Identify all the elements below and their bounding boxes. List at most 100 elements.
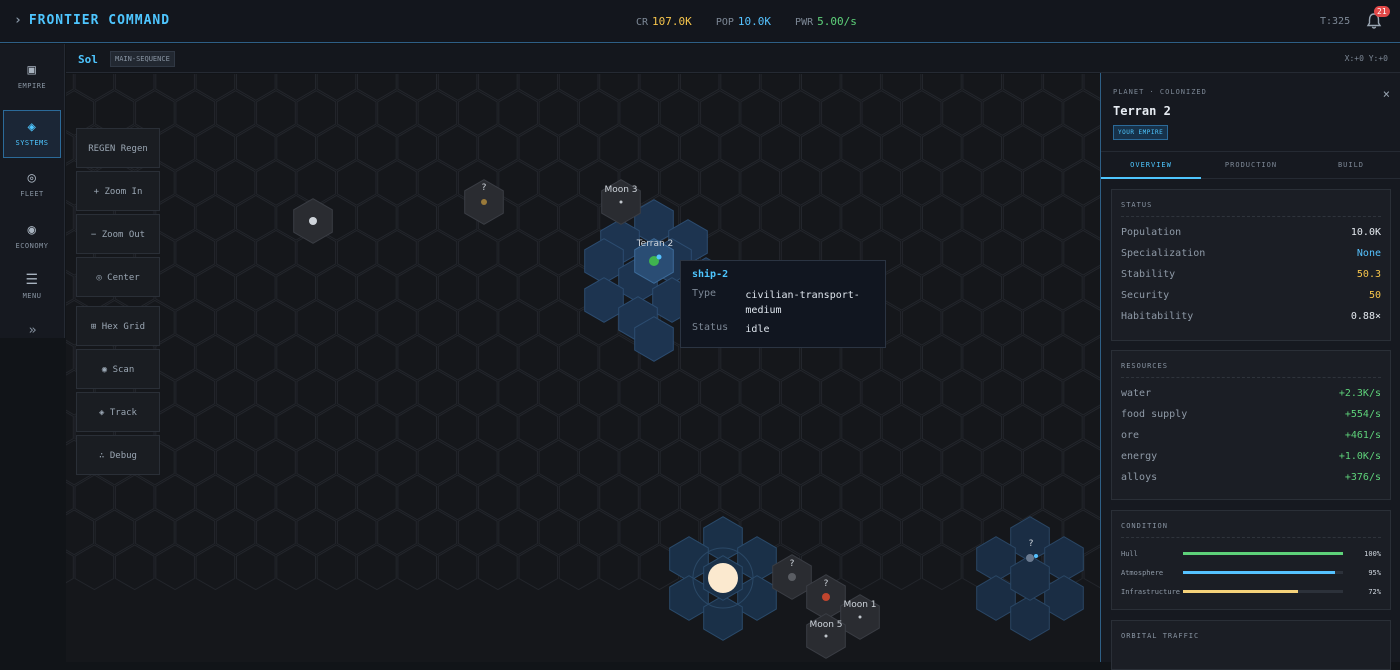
hex-cell[interactable] <box>417 90 458 136</box>
hex-cell[interactable] <box>276 404 316 451</box>
hex-cell[interactable] <box>417 509 458 556</box>
hex-cell[interactable] <box>700 160 740 206</box>
hex-cell[interactable] <box>821 369 861 416</box>
hex-cell[interactable] <box>114 544 155 591</box>
moon-1[interactable] <box>858 615 862 619</box>
hex-cell[interactable] <box>175 299 216 346</box>
hex-cell[interactable] <box>740 160 781 206</box>
hex-cell[interactable] <box>336 229 377 276</box>
track-button[interactable]: ◈ Track <box>76 392 160 432</box>
hex-cell[interactable] <box>66 74 74 100</box>
hex-cell[interactable] <box>579 509 619 556</box>
hex-cell[interactable] <box>538 160 579 206</box>
hex-cell[interactable] <box>296 299 337 346</box>
hex-cell[interactable] <box>518 334 559 381</box>
hex-cell[interactable] <box>377 439 417 486</box>
hex-cell[interactable] <box>316 474 357 521</box>
highlighted-hex[interactable] <box>669 575 709 621</box>
moon-3[interactable] <box>619 200 623 204</box>
hex-cell[interactable] <box>437 264 478 311</box>
hex-cell[interactable] <box>316 404 357 451</box>
hex-cell[interactable] <box>720 194 760 241</box>
hex-cell[interactable] <box>942 509 982 556</box>
unknown-object[interactable] <box>1026 554 1034 562</box>
hex-cell[interactable] <box>316 264 357 311</box>
hex-cell[interactable] <box>437 474 478 521</box>
hex-cell[interactable] <box>357 334 397 381</box>
hex-cell[interactable] <box>74 544 115 591</box>
hex-cell[interactable] <box>478 74 518 101</box>
hex-cell[interactable] <box>881 125 922 171</box>
hex-cell[interactable] <box>1043 474 1083 521</box>
hex-cell[interactable] <box>801 474 841 521</box>
hex-cell[interactable] <box>518 264 559 311</box>
hex-cell[interactable] <box>256 439 296 486</box>
hex-cell[interactable] <box>114 74 155 101</box>
hex-cell[interactable] <box>74 74 115 101</box>
hex-cell[interactable] <box>195 264 236 311</box>
hex-cell[interactable] <box>861 160 902 206</box>
hex-map[interactable]: ? Moon 3 Terran 2?? Moon 1 Moon 5? <box>66 74 1100 662</box>
hex-cell[interactable] <box>901 90 942 136</box>
hex-cell[interactable] <box>155 404 195 451</box>
hex-cell[interactable] <box>336 369 377 416</box>
hex-cell[interactable] <box>841 125 881 171</box>
hex-cell[interactable] <box>881 334 922 381</box>
highlighted-hex[interactable] <box>584 277 624 323</box>
hex-cell[interactable] <box>982 160 1023 206</box>
hex-cell[interactable] <box>195 74 236 101</box>
hex-cell[interactable] <box>861 439 902 486</box>
highlighted-hex[interactable] <box>703 595 743 641</box>
hex-cell[interactable] <box>135 509 175 556</box>
hex-cell[interactable] <box>619 369 659 416</box>
hex-cell[interactable] <box>942 160 982 206</box>
hex-cell[interactable] <box>236 404 276 451</box>
hex-cell[interactable] <box>357 74 397 101</box>
hex-cell[interactable] <box>801 74 841 101</box>
tab-overview[interactable]: OVERVIEW <box>1101 152 1201 179</box>
hex-cell[interactable] <box>740 90 781 136</box>
hex-cell[interactable] <box>599 544 639 591</box>
highlighted-hex[interactable] <box>737 536 777 582</box>
hex-cell[interactable] <box>397 474 437 521</box>
hex-cell[interactable] <box>922 264 962 311</box>
hex-cell[interactable] <box>417 299 458 346</box>
hex-cell[interactable] <box>478 264 518 311</box>
hex-cell[interactable] <box>1083 405 1100 450</box>
hex-cell[interactable] <box>801 194 841 241</box>
regen-button[interactable]: REGEN Regen <box>76 128 160 168</box>
hex-cell[interactable] <box>1002 74 1043 101</box>
hex-cell[interactable] <box>316 74 357 101</box>
hex-cell[interactable] <box>498 439 538 486</box>
hex-cell[interactable] <box>155 194 195 241</box>
hex-cell[interactable] <box>861 90 902 136</box>
hex-cell[interactable] <box>1063 299 1100 346</box>
hex-cell[interactable] <box>1063 160 1100 206</box>
unknown-object[interactable] <box>788 573 796 581</box>
hex-cell[interactable] <box>760 194 801 241</box>
nav-economy[interactable]: ◉ ECONOMY <box>3 214 61 262</box>
hex-cell[interactable] <box>821 90 861 136</box>
hex-cell[interactable] <box>579 90 619 136</box>
hex-cell[interactable] <box>1063 369 1100 416</box>
hex-cell[interactable] <box>861 509 902 556</box>
hex-cell[interactable] <box>780 439 821 486</box>
hex-cell[interactable] <box>256 160 296 206</box>
hex-cell[interactable] <box>377 369 417 416</box>
hex-cell[interactable] <box>377 299 417 346</box>
hex-cell[interactable] <box>780 369 821 416</box>
hex-cell[interactable] <box>982 439 1023 486</box>
hex-cell[interactable] <box>236 474 276 521</box>
hex-cell[interactable] <box>962 264 1002 311</box>
hex-cell[interactable] <box>518 194 559 241</box>
hex-cell[interactable] <box>962 404 1002 451</box>
hex-cell[interactable] <box>518 74 559 101</box>
hex-cell[interactable] <box>478 404 518 451</box>
hex-cell[interactable] <box>1063 439 1100 486</box>
hex-cell[interactable] <box>215 299 256 346</box>
hex-cell[interactable] <box>558 544 599 591</box>
highlighted-hex[interactable] <box>669 536 709 582</box>
hex-cell[interactable] <box>700 90 740 136</box>
hex-cell[interactable] <box>538 369 579 416</box>
hex-cell[interactable] <box>276 474 316 521</box>
